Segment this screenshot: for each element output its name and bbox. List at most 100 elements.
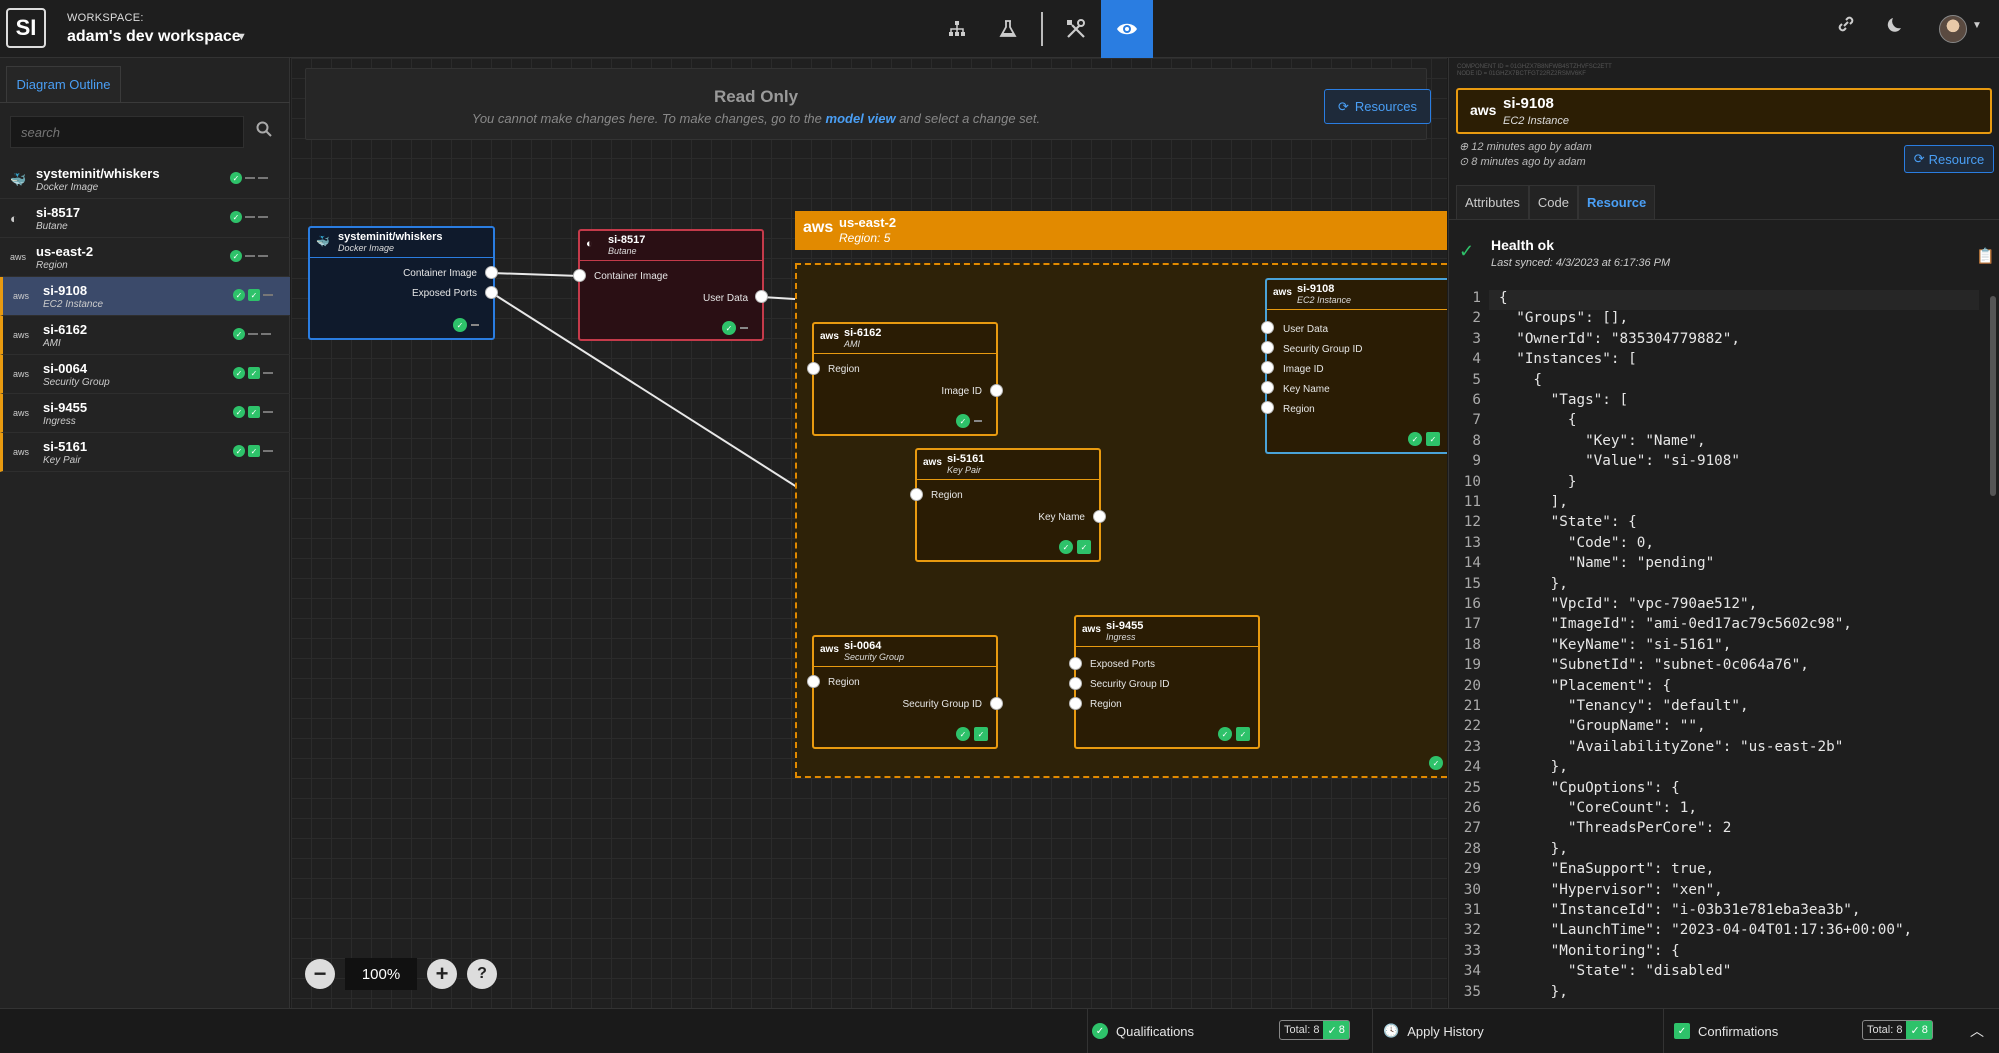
code-line: }, — [1499, 983, 1568, 1000]
resource-json-viewer[interactable]: 1 {2 "Groups": [], 3 "OwnerId": "835304779… — [1449, 290, 1989, 1004]
outline-item-si-0064[interactable]: aws si-0064 Security Group ✓ ✓ — [0, 355, 290, 394]
line-number: 9 — [1472, 453, 1481, 470]
socket-pin[interactable] — [573, 269, 586, 282]
node-ami[interactable]: aws si-6162 AMI Region Image ID ✓ — [812, 322, 998, 436]
socket-pin[interactable] — [1261, 341, 1274, 354]
total-label: Total: 8 — [1867, 1024, 1903, 1036]
hierarchy-icon[interactable] — [931, 0, 983, 58]
node-keypair[interactable]: aws si-5161 Key Pair Region Key Name ✓ ✓ — [915, 448, 1101, 562]
copy-icon[interactable]: 📋 — [1976, 247, 1995, 265]
socket-pin[interactable] — [1093, 510, 1106, 523]
chevron-up-icon[interactable]: ︿ — [1970, 1009, 1984, 1053]
node-ec2[interactable]: aws si-9108 EC2 Instance User Data Secur… — [1265, 278, 1447, 454]
socket-pin[interactable] — [1261, 401, 1274, 414]
line-number: 4 — [1472, 351, 1481, 368]
qualifications-status[interactable]: ✓ Qualifications — [1092, 1009, 1194, 1053]
outline-item-name: si-9108 — [43, 283, 88, 298]
outline-item-si-6162[interactable]: aws si-6162 AMI ✓ — [0, 316, 290, 355]
socket-pin[interactable] — [1069, 677, 1082, 690]
socket-pin[interactable] — [485, 286, 498, 299]
socket-pin[interactable] — [1069, 657, 1082, 670]
checkbox-icon: ✓ — [1426, 432, 1440, 446]
socket-pin[interactable] — [910, 488, 923, 501]
moon-icon[interactable] — [1887, 14, 1907, 39]
workspace-name[interactable]: adam's dev workspace — [67, 28, 241, 46]
node-ingress[interactable]: aws si-9455 Ingress Exposed Ports Securi… — [1074, 615, 1260, 749]
socket-pin[interactable] — [755, 290, 768, 303]
node-whiskers[interactable]: 🐳 systeminit/whiskers Docker Image Conta… — [308, 226, 495, 340]
code-line: "InstanceId": "i-03b31e781eba3ea3b", — [1499, 902, 1861, 918]
socket-pin[interactable] — [807, 362, 820, 375]
outline-item-us-east-2[interactable]: aws us-east-2 Region ✓ — [0, 238, 290, 277]
socket-pin[interactable] — [1261, 381, 1274, 394]
diagram-canvas[interactable]: Read Only You cannot make changes here. … — [291, 58, 1447, 1008]
line-number: 19 — [1463, 657, 1481, 674]
outline-item-si-5161[interactable]: aws si-5161 Key Pair ✓ ✓ — [0, 433, 290, 472]
zoom-level[interactable]: 100% — [345, 958, 417, 990]
search-input[interactable] — [10, 116, 244, 148]
tab-resource[interactable]: Resource — [1578, 185, 1656, 219]
outline-item-name: systeminit/whiskers — [36, 166, 160, 181]
node-security-group[interactable]: aws si-0064 Security Group Region Securi… — [812, 635, 998, 749]
si-logo[interactable]: SI — [6, 8, 46, 48]
line-number: 16 — [1463, 596, 1481, 612]
flask-icon[interactable] — [982, 0, 1034, 58]
outline-item-si-9455[interactable]: aws si-9455 Ingress ✓ ✓ — [0, 394, 290, 433]
line-number: 8 — [1472, 432, 1481, 449]
line-number: 17 — [1463, 616, 1481, 633]
tab-attributes[interactable]: Attributes — [1456, 185, 1529, 219]
socket-pin[interactable] — [990, 697, 1003, 710]
tools-icon[interactable] — [1050, 0, 1102, 58]
socket-pin[interactable] — [1069, 697, 1082, 710]
confirmations-status[interactable]: ✓ Confirmations — [1674, 1009, 1778, 1053]
node-name: si-0064 — [844, 640, 882, 652]
avatar-chevron-icon[interactable]: ▼ — [1972, 20, 1982, 31]
scrollbar[interactable] — [1990, 296, 1996, 496]
chevron-down-icon[interactable]: ▼ — [236, 31, 247, 43]
outline-item-type: Security Group — [43, 377, 110, 388]
check-icon: ✓ — [1218, 727, 1232, 741]
node-butane[interactable]: ◐ si-8517 Butane Container Image User Da… — [578, 229, 764, 341]
code-line: { — [1499, 290, 1508, 306]
code-line: }, — [1499, 759, 1568, 776]
outline-item-si-8517[interactable]: ◐ si-8517 Butane ✓ — [0, 199, 290, 238]
link-icon[interactable] — [1836, 14, 1856, 39]
apply-history-button[interactable]: 🕓 Apply History — [1383, 1009, 1484, 1053]
check-icon: ✓ — [230, 211, 242, 223]
node-status: ✓ — [956, 414, 982, 428]
help-button[interactable]: ? — [467, 959, 497, 989]
code-line: "CpuOptions": { — [1499, 779, 1680, 796]
line-number: 18 — [1463, 636, 1481, 653]
tab-diagram-outline[interactable]: Diagram Outline — [6, 66, 121, 102]
node-name: si-9108 — [1297, 283, 1335, 295]
aws-icon: aws — [820, 644, 839, 655]
tab-code[interactable]: Code — [1528, 185, 1578, 219]
outline-item-si-9108[interactable]: aws si-9108 EC2 Instance ✓ ✓ — [0, 277, 290, 316]
qualifications-total: Total: 8 ✓ 8 — [1279, 1020, 1350, 1040]
code-line: { — [1499, 371, 1543, 388]
confirmations-total: Total: 8 ✓ 8 — [1862, 1020, 1933, 1040]
resource-refresh-button[interactable]: ⟳ Resource — [1904, 145, 1994, 173]
component-name: si-9108 — [1503, 95, 1554, 112]
code-line: "KeyName": "si-5161", — [1499, 636, 1732, 653]
socket-label: User Data — [702, 293, 748, 304]
top-bar: SI WORKSPACE: adam's dev workspace ▼ ▼ — [0, 0, 1999, 58]
avatar[interactable] — [1939, 15, 1967, 43]
check-icon: ✓ — [233, 367, 245, 379]
code-line: "Hypervisor": "xen", — [1499, 881, 1723, 898]
socket-pin[interactable] — [485, 266, 498, 279]
docker-icon: 🐳 — [10, 172, 27, 187]
refresh-icon: ⟳ — [1913, 151, 1925, 166]
socket-pin[interactable] — [1261, 361, 1274, 374]
search-icon[interactable] — [256, 121, 272, 142]
socket-pin[interactable] — [807, 675, 820, 688]
socket-pin[interactable] — [990, 384, 1003, 397]
zoom-out-button[interactable]: − — [305, 959, 335, 989]
zoom-in-button[interactable]: + — [427, 959, 457, 989]
toolbar-divider — [1041, 12, 1043, 46]
socket-pin[interactable] — [1261, 321, 1274, 334]
outline-item-whiskers[interactable]: 🐳 systeminit/whiskers Docker Image ✓ — [0, 160, 290, 199]
eye-icon[interactable] — [1101, 0, 1153, 58]
region-frame-header[interactable]: aws us-east-2 Region: 5 — [795, 211, 1447, 250]
code-line: "Tenancy": "default", — [1499, 698, 1749, 714]
